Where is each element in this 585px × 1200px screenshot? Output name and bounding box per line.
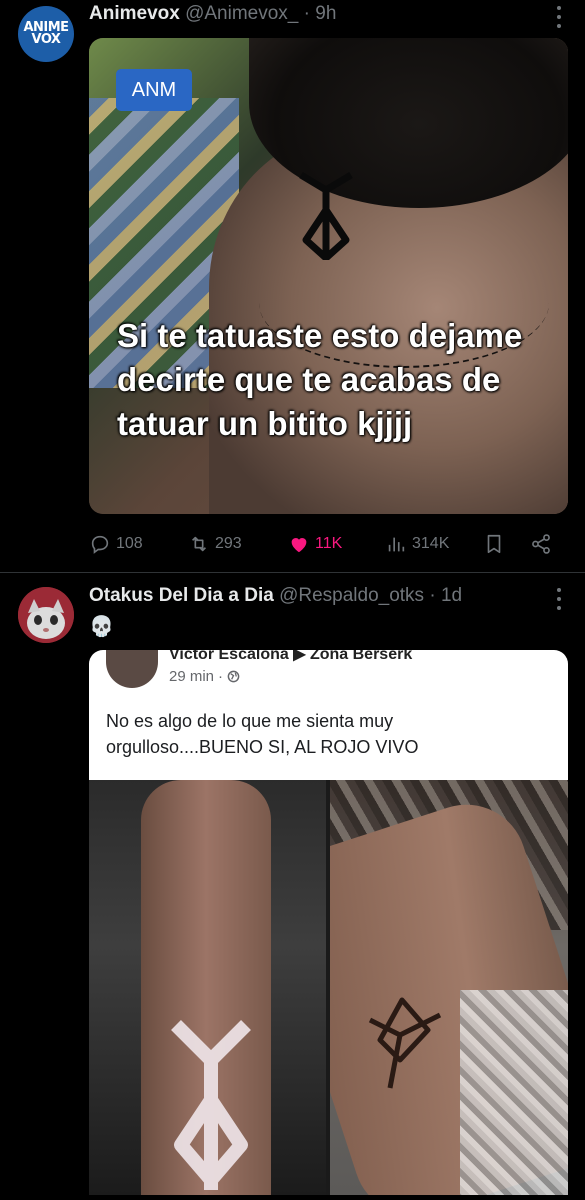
embedded-time: 29 min xyxy=(169,668,215,685)
reply-count: 108 xyxy=(116,535,143,552)
separator-dot: · xyxy=(303,3,310,24)
embedded-avatar xyxy=(106,650,158,688)
avatar[interactable] xyxy=(18,587,74,643)
author-name[interactable]: Animevox xyxy=(89,3,180,24)
like-count: 11K xyxy=(315,535,343,552)
author-handle[interactable]: @Respaldo_otks xyxy=(279,585,424,606)
cloth-graphic xyxy=(460,990,568,1195)
image-caption: Si te tatuaste esto dejame decirte que t… xyxy=(117,317,523,442)
brand-of-sacrifice-tattoo xyxy=(368,997,442,1089)
more-icon[interactable] xyxy=(555,588,563,610)
source-badge: ANM xyxy=(116,69,192,111)
heart-icon xyxy=(291,538,307,553)
photo-left xyxy=(89,780,326,1195)
author-handle[interactable]: @Animevox_ xyxy=(185,3,298,24)
tweet[interactable]: Otakus Del Dia a Dia @Respaldo_otks · 1d… xyxy=(0,573,585,1200)
share-button[interactable] xyxy=(530,532,557,556)
reply-button[interactable]: 108 xyxy=(89,532,143,556)
tweet[interactable]: ANIME VOX Animevox @Animevox_ · 9h ANM S… xyxy=(0,0,585,572)
embedded-dot: · xyxy=(218,668,224,685)
retweet-count: 293 xyxy=(215,535,242,552)
brand-of-sacrifice-tattoo xyxy=(299,171,353,260)
tweet-image[interactable]: ANM Si te tatuaste esto dejame decirte q… xyxy=(89,38,568,514)
embedded-author-line: Victor Escalona ▶ Zona Berserk xyxy=(169,650,413,663)
avatar[interactable]: ANIME VOX xyxy=(18,6,74,62)
embedded-facebook-post: Victor Escalona ▶ Zona Berserk 29 min · … xyxy=(89,650,568,780)
tweet-actions: 108 293 11K 314K xyxy=(89,532,565,556)
embedded-text: No es algo de lo que me sienta muy orgul… xyxy=(106,711,419,757)
views-button[interactable]: 314K xyxy=(385,532,449,556)
timestamp[interactable]: 1d xyxy=(441,585,462,606)
embedded-meta: 29 min · xyxy=(169,668,240,685)
more-icon[interactable] xyxy=(555,6,563,28)
views-icon xyxy=(388,537,405,552)
view-count: 314K xyxy=(412,535,450,552)
author-name[interactable]: Otakus Del Dia a Dia xyxy=(89,585,274,606)
globe-icon xyxy=(227,670,240,683)
tweet-text: 💀 xyxy=(89,614,114,638)
tweet-header: Otakus Del Dia a Dia @Respaldo_otks · 1d xyxy=(89,583,545,609)
cat-avatar-image xyxy=(18,587,74,643)
bookmark-button[interactable] xyxy=(483,532,510,556)
avatar-text-2: VOX xyxy=(31,32,61,47)
tweet-image[interactable]: Victor Escalona ▶ Zona Berserk 29 min · … xyxy=(89,650,568,1195)
timestamp[interactable]: 9h xyxy=(315,3,336,24)
like-button[interactable]: 11K xyxy=(288,532,342,556)
bookmark-icon xyxy=(487,534,501,554)
tweet-header: Animevox @Animevox_ · 9h xyxy=(89,1,545,27)
burn-mark-graphic xyxy=(171,1020,251,1190)
reply-icon xyxy=(91,535,109,554)
retweet-button[interactable]: 293 xyxy=(188,532,242,556)
retweet-icon xyxy=(191,536,207,552)
separator-dot: · xyxy=(429,585,436,606)
photo-right xyxy=(330,780,568,1195)
share-icon xyxy=(532,534,550,554)
